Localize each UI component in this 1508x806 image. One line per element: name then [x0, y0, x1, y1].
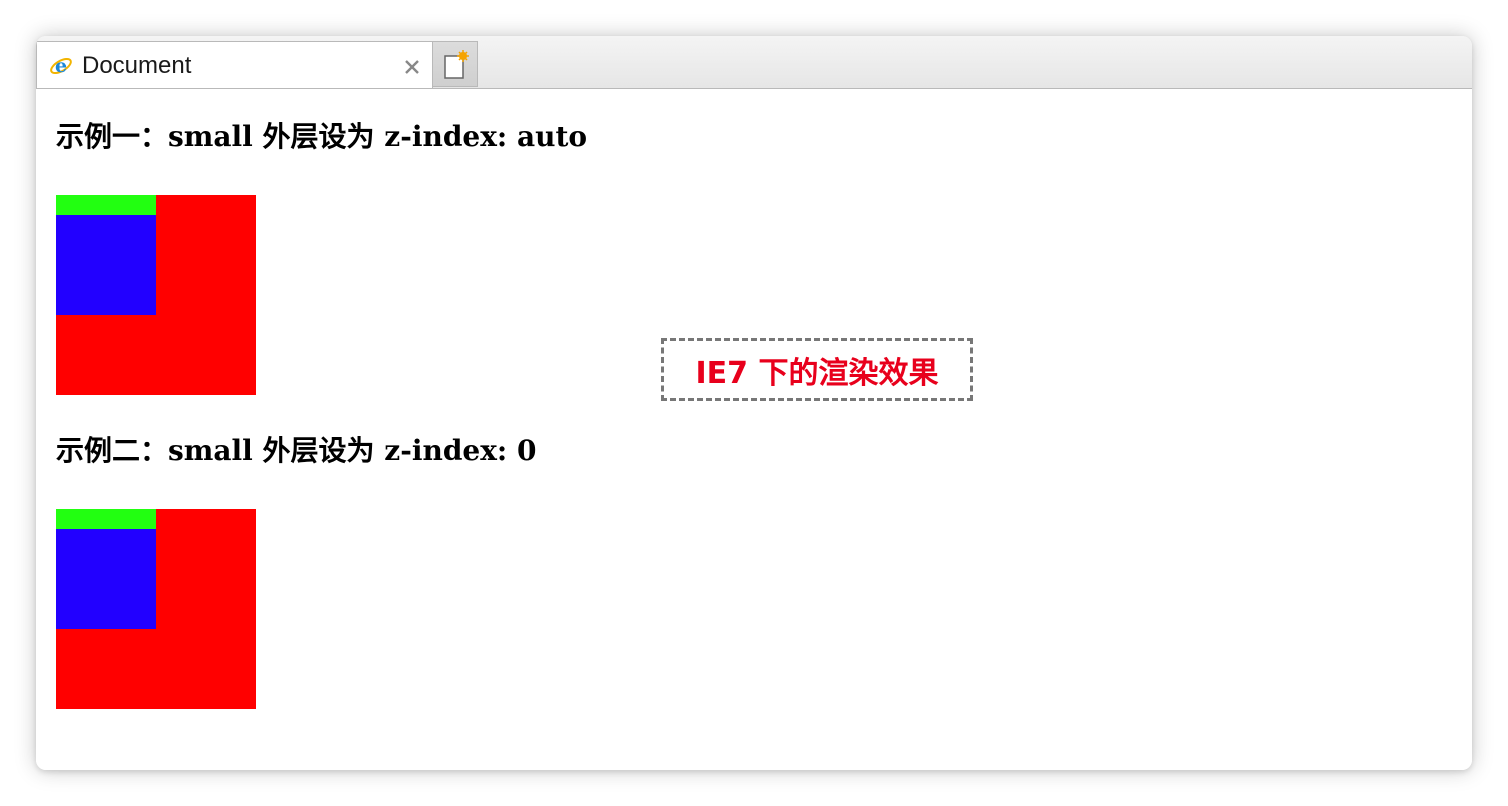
example-2-heading: 示例二：small 外层设为 z-index: 0	[56, 434, 537, 467]
internet-explorer-icon: e	[49, 54, 73, 78]
example-1-blue-box	[56, 215, 156, 315]
tab-bar: e Document	[36, 36, 1472, 89]
browser-window: e Document 示例一：small 外层设为 z-index: auto	[36, 36, 1472, 770]
ie7-render-annotation: IE7 下的渲染效果	[661, 338, 973, 401]
example-1-heading: 示例一：small 外层设为 z-index: auto	[56, 120, 588, 153]
tab-document[interactable]: e Document	[36, 41, 433, 88]
tab-title: Document	[82, 52, 192, 79]
example-1-green-bar	[56, 195, 156, 215]
svg-text:e: e	[55, 55, 67, 77]
example-2-green-bar	[56, 509, 156, 529]
page-content: 示例一：small 外层设为 z-index: auto 示例二：small 外…	[36, 89, 1472, 770]
example-2-demo	[56, 509, 256, 709]
close-icon[interactable]	[402, 57, 422, 77]
example-2-blue-box	[56, 529, 156, 629]
new-tab-icon	[444, 50, 469, 79]
new-tab-button[interactable]	[433, 41, 478, 87]
example-1-demo	[56, 195, 256, 395]
